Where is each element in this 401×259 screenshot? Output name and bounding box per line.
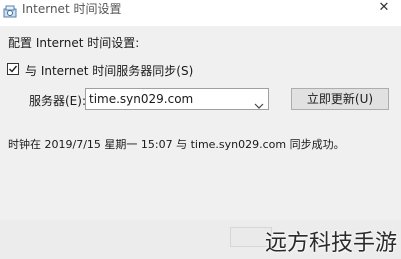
config-heading: 配置 Internet 时间设置: xyxy=(8,36,140,50)
window-title: Internet 时间设置 xyxy=(22,2,122,16)
title-bar: Internet 时间设置 ✕ xyxy=(0,0,401,26)
dialog-footer: 远方科技手游 xyxy=(0,220,401,259)
sync-checkbox[interactable] xyxy=(7,63,19,75)
checkmark-icon xyxy=(9,65,18,73)
settings-panel: 配置 Internet 时间设置: 与 Internet 时间服务器同步(S) … xyxy=(0,26,401,220)
chevron-down-icon xyxy=(254,95,264,109)
update-now-button[interactable]: 立即更新(U) xyxy=(291,88,389,110)
close-button[interactable]: ✕ xyxy=(371,0,397,20)
server-value: time.syn029.com xyxy=(89,92,194,106)
sync-status-text: 时钟在 2019/7/15 星期一 15:07 与 time.syn029.co… xyxy=(8,138,345,151)
server-dropdown[interactable]: time.syn029.com xyxy=(85,88,269,110)
server-label: 服务器(E): xyxy=(29,94,86,108)
sync-checkbox-label: 与 Internet 时间服务器同步(S) xyxy=(25,64,194,78)
globe-clock-icon xyxy=(3,4,17,18)
watermark-text: 远方科技手游 xyxy=(264,231,397,256)
